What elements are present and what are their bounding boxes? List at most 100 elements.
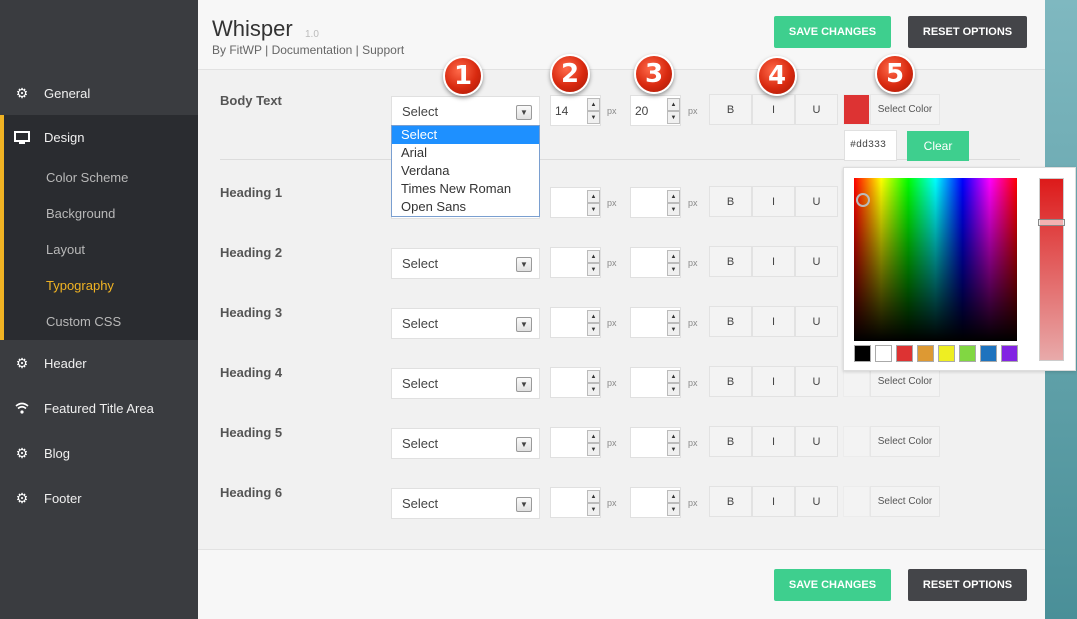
- italic-button[interactable]: I: [752, 426, 795, 457]
- line-height-input[interactable]: ▲ ▼: [630, 307, 681, 338]
- font-size-input[interactable]: ▲ ▼: [550, 307, 601, 338]
- spin-down-icon[interactable]: ▼: [587, 443, 600, 456]
- spin-up-icon[interactable]: ▲: [587, 98, 600, 111]
- font-select[interactable]: Select ▼: [391, 428, 540, 459]
- spin-up-icon[interactable]: ▲: [587, 250, 600, 263]
- line-height-input[interactable]: ▲ ▼: [630, 427, 681, 458]
- spin-down-icon[interactable]: ▼: [587, 203, 600, 216]
- reset-options-button[interactable]: RESET OPTIONS: [908, 16, 1027, 48]
- spin-down-icon[interactable]: ▼: [587, 323, 600, 336]
- submenu-item-typography[interactable]: Typography: [46, 278, 114, 293]
- submenu-item-custom-css[interactable]: Custom CSS: [46, 314, 121, 329]
- bold-button[interactable]: B: [709, 246, 752, 277]
- sidebar-item-footer[interactable]: ⚙ Footer: [0, 476, 198, 520]
- sidebar-item-general[interactable]: ⚙ General: [0, 71, 198, 115]
- support-link[interactable]: Support: [362, 43, 404, 57]
- saturation-value-area[interactable]: [854, 178, 1017, 341]
- font-select[interactable]: Select ▼: [391, 96, 540, 127]
- select-color-button[interactable]: Select Color: [870, 94, 940, 125]
- font-dropdown-list[interactable]: Select Arial Verdana Times New Roman Ope…: [391, 125, 540, 217]
- spin-down-icon[interactable]: ▼: [667, 503, 680, 516]
- palette-swatch[interactable]: [896, 345, 913, 362]
- spin-up-icon[interactable]: ▲: [667, 250, 680, 263]
- italic-button[interactable]: I: [752, 186, 795, 217]
- font-size-input[interactable]: ▲ ▼: [550, 247, 601, 278]
- spin-up-icon[interactable]: ▲: [667, 190, 680, 203]
- italic-button[interactable]: I: [752, 246, 795, 277]
- sidebar-item-header[interactable]: ⚙ Header: [0, 341, 198, 385]
- palette-swatch[interactable]: [938, 345, 955, 362]
- line-height-input[interactable]: ▲ ▼: [630, 367, 681, 398]
- spin-down-icon[interactable]: ▼: [587, 263, 600, 276]
- spin-down-icon[interactable]: ▼: [667, 443, 680, 456]
- spin-down-icon[interactable]: ▼: [667, 203, 680, 216]
- documentation-link[interactable]: Documentation: [272, 43, 353, 57]
- spin-down-icon[interactable]: ▼: [667, 263, 680, 276]
- italic-button[interactable]: I: [752, 486, 795, 517]
- sidebar-item-design[interactable]: Design: [0, 115, 198, 160]
- reset-options-button[interactable]: RESET OPTIONS: [908, 569, 1027, 601]
- submenu-item-background[interactable]: Background: [46, 206, 115, 221]
- underline-button[interactable]: U: [795, 366, 838, 397]
- line-height-input[interactable]: ▲ ▼: [630, 247, 681, 278]
- bold-button[interactable]: B: [709, 366, 752, 397]
- italic-button[interactable]: I: [752, 366, 795, 397]
- italic-button[interactable]: I: [752, 306, 795, 337]
- dropdown-option[interactable]: Times New Roman: [392, 180, 539, 198]
- font-select[interactable]: Select ▼: [391, 488, 540, 519]
- sidebar-item-blog[interactable]: ⚙ Blog: [0, 431, 198, 475]
- underline-button[interactable]: U: [795, 186, 838, 217]
- clear-color-button[interactable]: Clear: [907, 131, 969, 161]
- select-color-button[interactable]: Select Color: [870, 426, 940, 457]
- hue-slider-handle[interactable]: [1038, 219, 1065, 226]
- line-height-input[interactable]: ▲ ▼: [630, 487, 681, 518]
- font-size-input[interactable]: ▲ ▼: [550, 487, 601, 518]
- spin-up-icon[interactable]: ▲: [587, 190, 600, 203]
- spin-up-icon[interactable]: ▲: [667, 310, 680, 323]
- spin-up-icon[interactable]: ▲: [587, 490, 600, 503]
- underline-button[interactable]: U: [795, 246, 838, 277]
- underline-button[interactable]: U: [795, 426, 838, 457]
- underline-button[interactable]: U: [795, 486, 838, 517]
- color-swatch[interactable]: [843, 426, 870, 457]
- font-size-input[interactable]: ▲ ▼: [550, 367, 601, 398]
- save-changes-button[interactable]: SAVE CHANGES: [774, 569, 891, 601]
- underline-button[interactable]: U: [795, 306, 838, 337]
- spin-down-icon[interactable]: ▼: [667, 323, 680, 336]
- bold-button[interactable]: B: [709, 94, 752, 125]
- spin-up-icon[interactable]: ▲: [587, 430, 600, 443]
- dropdown-option[interactable]: Select: [392, 126, 539, 144]
- palette-swatch[interactable]: [1001, 345, 1018, 362]
- dropdown-option[interactable]: Arial: [392, 144, 539, 162]
- submenu-item-layout[interactable]: Layout: [46, 242, 85, 257]
- palette-swatch[interactable]: [959, 345, 976, 362]
- font-select[interactable]: Select ▼: [391, 308, 540, 339]
- save-changes-button[interactable]: SAVE CHANGES: [774, 16, 891, 48]
- font-size-input[interactable]: ▲ ▼: [550, 427, 601, 458]
- bold-button[interactable]: B: [709, 306, 752, 337]
- spin-down-icon[interactable]: ▼: [667, 111, 680, 124]
- font-size-input[interactable]: ▲ ▼: [550, 187, 601, 218]
- color-swatch[interactable]: [843, 486, 870, 517]
- font-size-input[interactable]: 14 ▲ ▼: [550, 95, 601, 126]
- dropdown-option[interactable]: Verdana: [392, 162, 539, 180]
- palette-swatch[interactable]: [875, 345, 892, 362]
- bold-button[interactable]: B: [709, 426, 752, 457]
- spin-up-icon[interactable]: ▲: [667, 430, 680, 443]
- palette-swatch[interactable]: [917, 345, 934, 362]
- select-color-button[interactable]: Select Color: [870, 486, 940, 517]
- palette-swatch[interactable]: [854, 345, 871, 362]
- submenu-item-color-scheme[interactable]: Color Scheme: [46, 170, 128, 185]
- dropdown-option[interactable]: Open Sans: [392, 198, 539, 216]
- font-select[interactable]: Select ▼: [391, 248, 540, 279]
- spin-down-icon[interactable]: ▼: [587, 383, 600, 396]
- spin-up-icon[interactable]: ▲: [667, 370, 680, 383]
- spin-up-icon[interactable]: ▲: [667, 98, 680, 111]
- hue-slider[interactable]: [1038, 178, 1065, 361]
- spin-up-icon[interactable]: ▲: [587, 310, 600, 323]
- sidebar-item-featured-title-area[interactable]: Featured Title Area: [0, 386, 198, 430]
- author-link[interactable]: By FitWP: [212, 43, 262, 57]
- spin-down-icon[interactable]: ▼: [587, 111, 600, 124]
- font-select[interactable]: Select ▼: [391, 368, 540, 399]
- palette-swatch[interactable]: [980, 345, 997, 362]
